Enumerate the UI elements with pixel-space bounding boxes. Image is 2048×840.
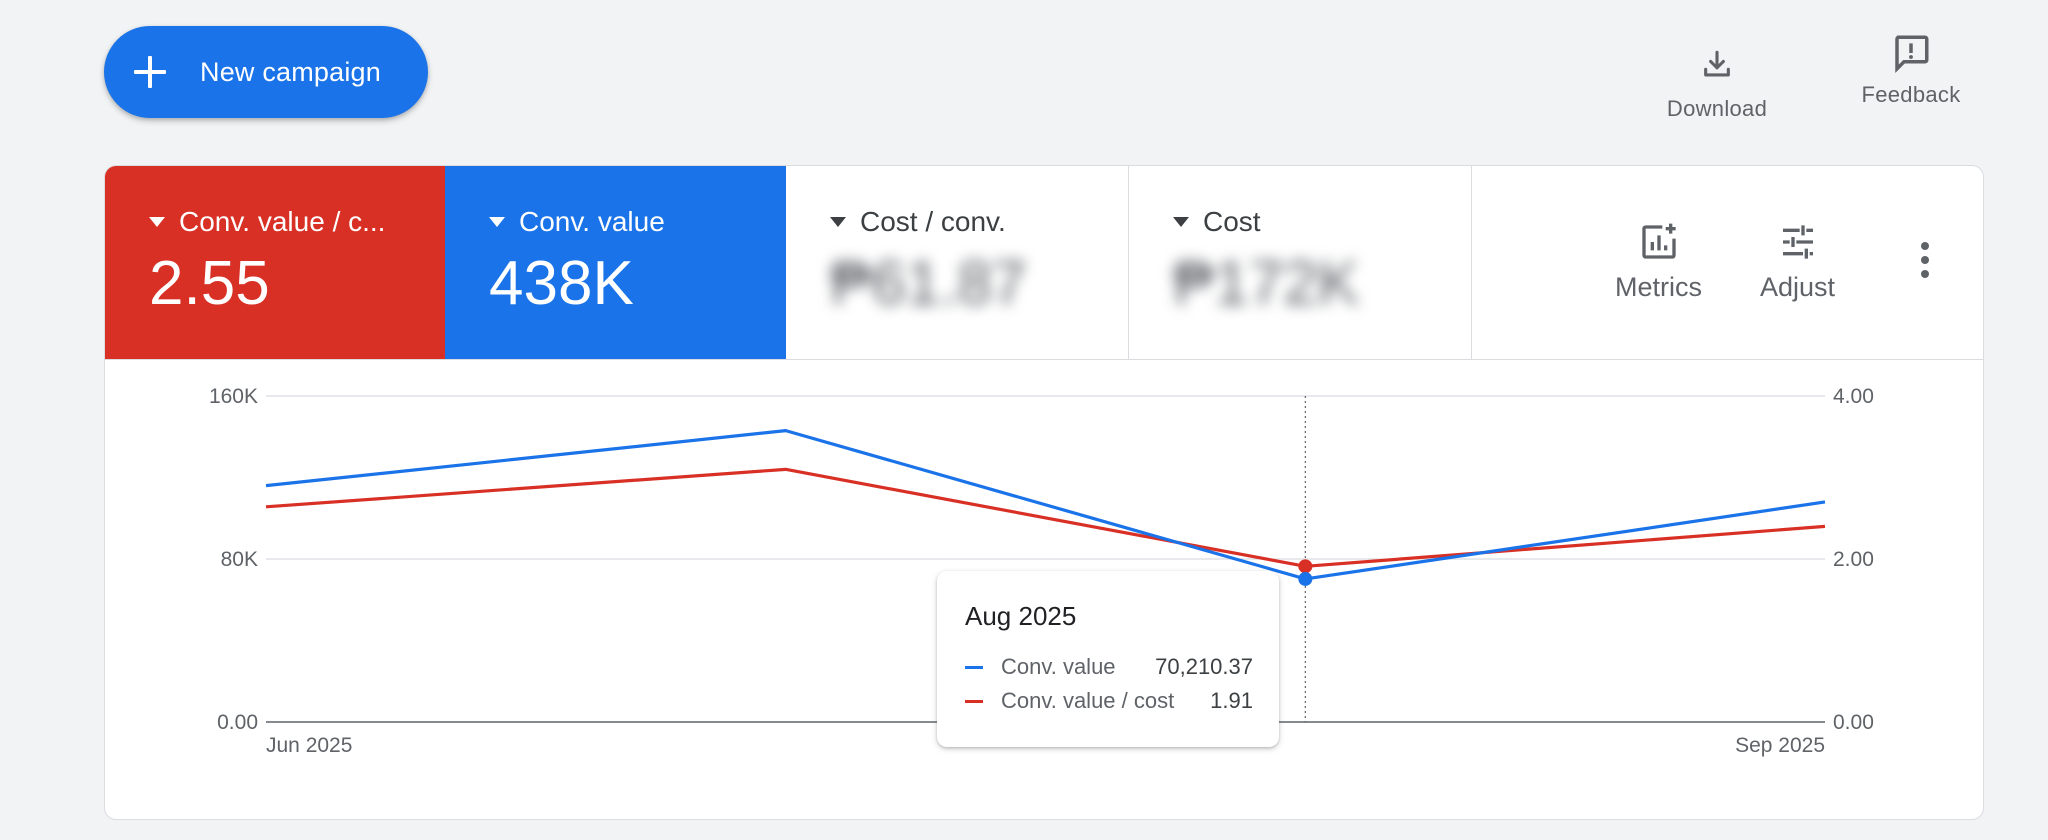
y-right-tick-label: 2.00 xyxy=(1833,548,1874,571)
scorecard-value: ₱61.87 xyxy=(830,249,1027,318)
dropdown-arrow-icon xyxy=(830,217,846,227)
scorecard-header: Conv. value / c... xyxy=(149,206,385,238)
scorecard-label: Conv. value / c... xyxy=(179,206,386,237)
adjust-label: Adjust xyxy=(1760,272,1836,302)
y-right-tick-label: 4.00 xyxy=(1833,385,1874,408)
tooltip-row: Conv. value 70,210.37 xyxy=(965,650,1253,684)
tooltip-series-value: 1.91 xyxy=(1210,688,1253,713)
series-line-conv-value xyxy=(265,429,1826,581)
scorecard-header: Cost / conv. xyxy=(830,206,1006,238)
more-options-icon[interactable] xyxy=(1913,242,1937,286)
download-button[interactable]: Download xyxy=(1652,48,1782,122)
download-icon xyxy=(1704,50,1730,77)
feedback-icon xyxy=(1895,35,1929,73)
scorecard-header: Conv. value xyxy=(489,206,665,238)
feedback-button[interactable]: Feedback xyxy=(1846,32,1976,108)
scorecard-value: 438K xyxy=(489,249,634,318)
tooltip-row: Conv. value / cost 1.91 xyxy=(965,684,1253,718)
scorecard-value: ₱172K xyxy=(1173,249,1360,318)
metrics-label: Metrics xyxy=(1615,272,1702,302)
chart-area: 0.00 0.00 80K 2.00 160K 4.00 Jun 2025 Sep 2025 … xyxy=(105,360,1983,819)
highlight-point xyxy=(1298,571,1313,586)
new-campaign-button[interactable]: New campaign xyxy=(104,26,428,118)
chart-tooltip: Aug 2025 Conv. value 70,210.37 Conv. val… xyxy=(937,571,1279,747)
tooltip-series-name: Conv. value / cost xyxy=(1001,688,1175,713)
series-swatch xyxy=(965,699,983,703)
series-line-conv-value-per-cost xyxy=(265,467,1826,568)
tooltip-title: Aug 2025 xyxy=(965,601,1077,631)
download-label: Download xyxy=(1666,96,1768,121)
new-campaign-label: New campaign xyxy=(200,56,381,87)
feedback-label: Feedback xyxy=(1861,82,1961,107)
adjust-button[interactable]: Adjust xyxy=(1760,222,1835,303)
scorecard-conv-value[interactable]: Conv. value 438K xyxy=(445,166,786,359)
metrics-button[interactable]: Metrics xyxy=(1615,222,1702,303)
scorecard-label: Conv. value xyxy=(519,206,665,237)
scorecard-label: Cost / conv. xyxy=(860,206,1006,237)
y-left-tick-label: 160K xyxy=(209,385,258,408)
y-left-tick-label: 80K xyxy=(221,548,258,571)
tooltip-series-value: 70,210.37 xyxy=(1155,654,1253,679)
scorecard-value: 2.55 xyxy=(149,249,270,318)
series-swatch xyxy=(965,665,983,669)
scorecard-label: Cost xyxy=(1203,206,1261,237)
scorecard-conv-value-per-cost[interactable]: Conv. value / c... 2.55 xyxy=(105,166,445,359)
dropdown-arrow-icon xyxy=(1173,217,1189,227)
dropdown-arrow-icon xyxy=(149,217,165,227)
add-chart-icon xyxy=(1641,223,1676,259)
scorecard-header: Cost xyxy=(1173,206,1261,238)
scorecard-cost[interactable]: Cost ₱172K xyxy=(1129,166,1472,359)
dropdown-arrow-icon xyxy=(489,217,505,227)
tune-icon xyxy=(1782,225,1813,259)
plus-icon xyxy=(132,54,168,90)
highlight-point xyxy=(1298,559,1313,574)
scorecard-row: Conv. value / c... 2.55 Conv. value 438K… xyxy=(105,166,1983,360)
y-right-tick-label: 0.00 xyxy=(1833,711,1874,734)
scorecard-cost-per-conv[interactable]: Cost / conv. ₱61.87 xyxy=(786,166,1129,359)
tooltip-series-name: Conv. value xyxy=(1001,654,1116,679)
y-left-tick-label: 0.00 xyxy=(217,711,258,734)
performance-card: Conv. value / c... 2.55 Conv. value 438K… xyxy=(104,165,1984,820)
x-tick-label: Jun 2025 xyxy=(266,734,352,757)
x-tick-label: Sep 2025 xyxy=(1735,734,1825,757)
